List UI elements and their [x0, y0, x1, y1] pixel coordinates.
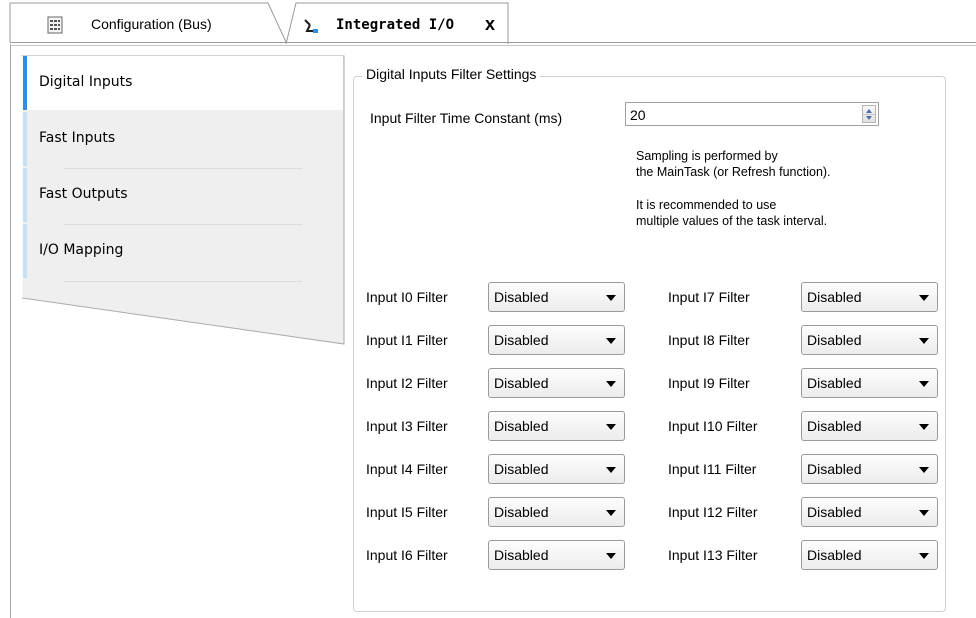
filter-select-value: Disabled [807, 289, 862, 305]
filter-select-value: Disabled [807, 504, 862, 520]
filter-select-value: Disabled [494, 289, 549, 305]
filter-label: Input I1 Filter [366, 332, 448, 348]
dropdown-arrow-icon [606, 510, 616, 516]
filter-select[interactable]: Disabled [488, 282, 625, 312]
close-icon[interactable]: x [485, 15, 495, 33]
nav-item-label: I/O Mapping [39, 242, 124, 258]
filter-label: Input I13 Filter [668, 547, 758, 563]
dropdown-arrow-icon [606, 295, 616, 301]
filter-select[interactable]: Disabled [488, 540, 625, 570]
nav-selection-accent [23, 56, 27, 110]
sampling-note: Sampling is performed by the MainTask (o… [636, 148, 831, 180]
dropdown-arrow-icon [919, 467, 929, 473]
dropdown-arrow-icon [919, 381, 929, 387]
filter-time-spinner[interactable] [862, 105, 876, 123]
filter-label: Input I5 Filter [366, 504, 448, 520]
spinner-divider [863, 114, 875, 115]
filter-label: Input I10 Filter [668, 418, 758, 434]
filter-select-value: Disabled [494, 504, 549, 520]
filter-label: Input I3 Filter [366, 418, 448, 434]
nav-accent [23, 168, 27, 222]
filter-label: Input I2 Filter [366, 375, 448, 391]
note-line: the MainTask (or Refresh function). [636, 165, 831, 179]
filter-label: Input I7 Filter [668, 289, 750, 305]
filter-select[interactable]: Disabled [488, 497, 625, 527]
filter-select[interactable]: Disabled [801, 282, 938, 312]
filter-select[interactable]: Disabled [801, 411, 938, 441]
recommendation-note: It is recommended to use multiple values… [636, 197, 827, 229]
dropdown-arrow-icon [919, 424, 929, 430]
tab-integrated-io-label: Integrated I/O [336, 17, 455, 33]
filter-select-value: Disabled [807, 547, 862, 563]
nav-item-digital-inputs[interactable]: Digital Inputs [23, 56, 343, 110]
note-line: multiple values of the task interval. [636, 214, 828, 228]
filter-label: Input I4 Filter [366, 461, 448, 477]
nav-item-fast-inputs[interactable]: Fast Inputs [23, 112, 343, 166]
group-title: Digital Inputs Filter Settings [362, 66, 541, 82]
filter-select[interactable]: Disabled [488, 454, 625, 484]
filter-select[interactable]: Disabled [801, 454, 938, 484]
filter-time-input[interactable]: 20 [625, 102, 879, 126]
filter-label: Input I9 Filter [668, 375, 750, 391]
filter-select[interactable]: Disabled [488, 368, 625, 398]
filter-select[interactable]: Disabled [801, 368, 938, 398]
nav-accent [23, 224, 27, 278]
filter-label: Input I6 Filter [366, 547, 448, 563]
filter-select-value: Disabled [494, 461, 549, 477]
filter-select-value: Disabled [807, 418, 862, 434]
spin-down-icon[interactable] [866, 116, 872, 120]
nav-item-label: Fast Outputs [39, 186, 128, 202]
nav-item-fast-outputs[interactable]: Fast Outputs [23, 168, 343, 222]
filter-label: Input I0 Filter [366, 289, 448, 305]
dropdown-arrow-icon [919, 338, 929, 344]
filter-select-value: Disabled [807, 461, 862, 477]
dropdown-arrow-icon [919, 510, 929, 516]
note-line: Sampling is performed by [636, 149, 778, 163]
nav-item-io-mapping[interactable]: I/O Mapping [23, 224, 343, 278]
dropdown-arrow-icon [606, 553, 616, 559]
filter-label: Input I8 Filter [668, 332, 750, 348]
filter-label: Input I11 Filter [668, 461, 757, 477]
nav-item-label: Digital Inputs [39, 74, 133, 90]
nav-item-label: Fast Inputs [39, 130, 116, 146]
filter-time-value: 20 [630, 107, 646, 123]
filter-select[interactable]: Disabled [801, 325, 938, 355]
filter-select-value: Disabled [494, 332, 549, 348]
filter-select[interactable]: Disabled [488, 411, 625, 441]
filter-select[interactable]: Disabled [488, 325, 625, 355]
dropdown-arrow-icon [606, 424, 616, 430]
note-line: It is recommended to use [636, 198, 777, 212]
dropdown-arrow-icon [606, 338, 616, 344]
filter-label: Input I12 Filter [668, 504, 758, 520]
dropdown-arrow-icon [606, 467, 616, 473]
filter-select-value: Disabled [807, 332, 862, 348]
dropdown-arrow-icon [606, 381, 616, 387]
dropdown-arrow-icon [919, 553, 929, 559]
filter-time-label: Input Filter Time Constant (ms) [370, 110, 563, 126]
filter-select-value: Disabled [494, 418, 549, 434]
filter-select-value: Disabled [494, 375, 549, 391]
spin-up-icon[interactable] [866, 109, 872, 113]
filter-select-value: Disabled [807, 375, 862, 391]
nav-separator [64, 281, 302, 282]
dropdown-arrow-icon [919, 295, 929, 301]
filter-select[interactable]: Disabled [801, 497, 938, 527]
filter-select[interactable]: Disabled [801, 540, 938, 570]
nav-accent [23, 112, 27, 166]
filter-select-value: Disabled [494, 547, 549, 563]
